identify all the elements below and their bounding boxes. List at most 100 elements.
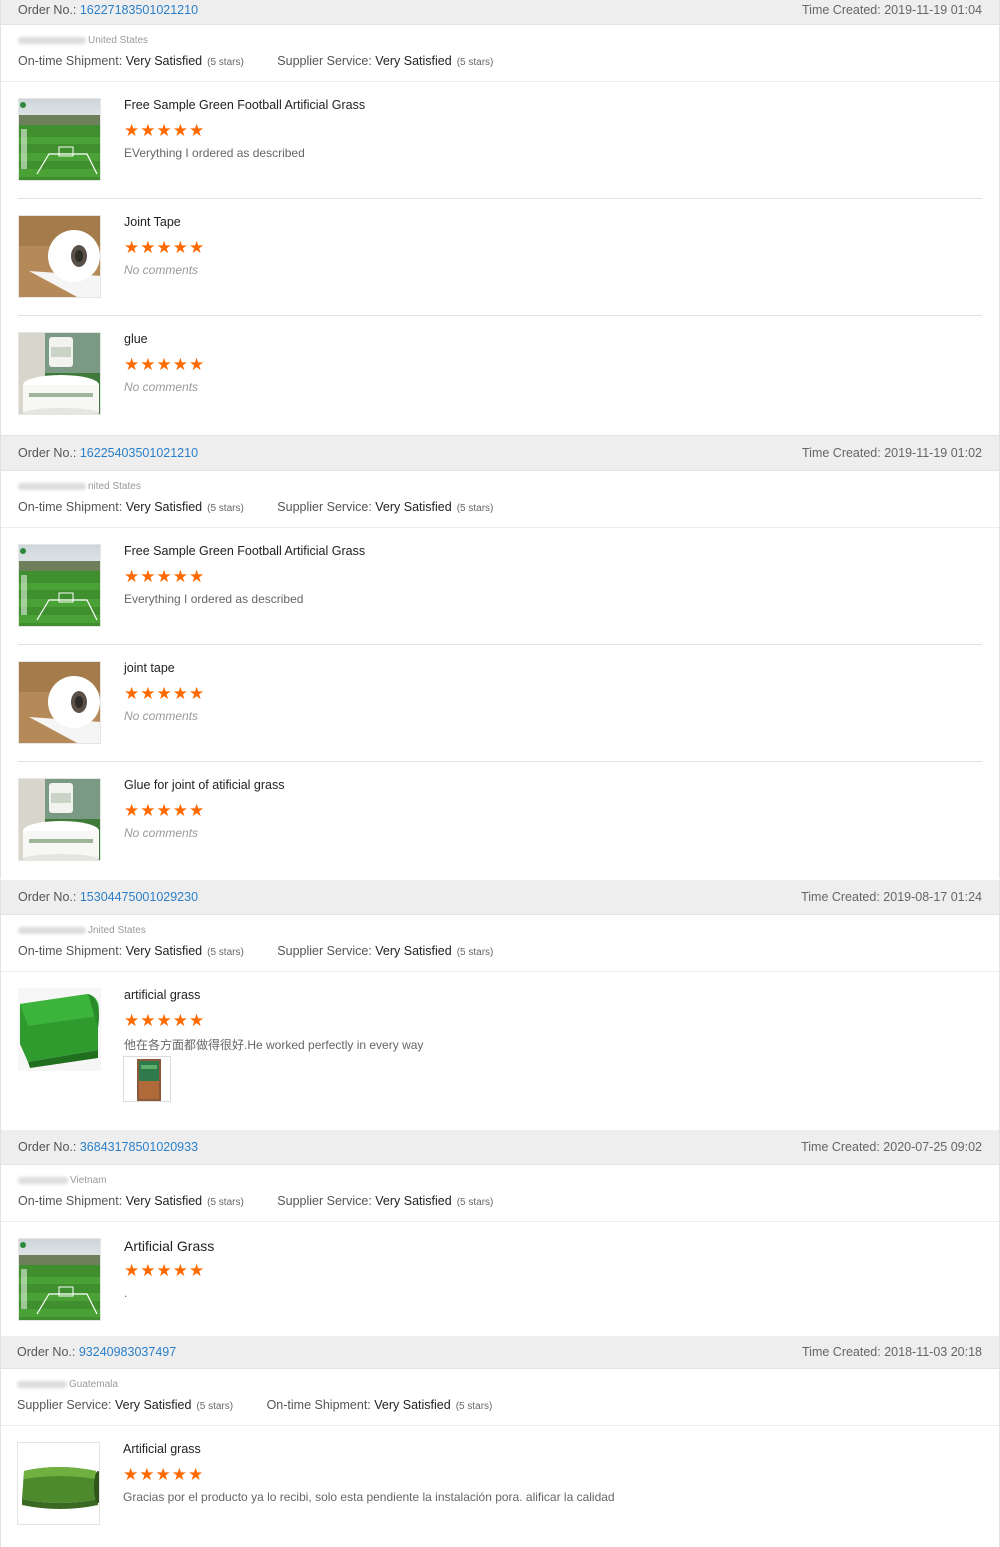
product-thumbnail[interactable] [18,332,101,415]
review-comment: No comments [124,380,199,394]
star-rating: ★★★★★ [123,1465,205,1484]
supplier-service-rating: Supplier Service: Very Satisfied (5 stars… [277,944,493,958]
ontime-stars-text: (5 stars) [207,1197,244,1208]
product-name[interactable]: Free Sample Green Football Artificial Gr… [124,544,365,558]
order-header: Order No.: 16225403501021210 Time Create… [1,436,999,471]
product-thumbnail[interactable] [18,98,101,181]
review-item: Free Sample Green Football Artificial Gr… [1,528,999,645]
order-number-row: Order No.: 15304475001029230 [18,880,198,914]
order-number-row: Order No.: 16227183501021210 [18,0,198,24]
review-comment: No comments [124,826,199,840]
review-comment: Gracias por el producto ya lo recibi, so… [123,1490,615,1504]
time-created-label: Time Created: [801,890,880,904]
supplier-service-rating: Supplier Service: Very Satisfied (5 stars… [277,1194,493,1208]
order-number-link[interactable]: 15304475001029230 [80,890,198,904]
supplier-stars-text: (5 stars) [456,503,494,514]
supplier-stars-text: (5 stars) [456,947,494,958]
supplier-label: Supplier Service: [277,54,372,68]
review-comment: EVerything I ordered as described [124,146,305,160]
supplier-service-rating: Supplier Service: Very Satisfied (5 stars… [277,500,493,514]
supplier-value: Very Satisfied [375,944,452,958]
order-number-link[interactable]: 93240983037497 [79,1345,176,1359]
time-created-label: Time Created: [802,3,881,17]
time-created: Time Created: 2018-11-03 20:18 [802,1336,982,1368]
buyer-location: nited States [18,481,141,492]
product-thumbnail[interactable] [18,661,101,744]
product-name[interactable]: Joint Tape [124,215,181,229]
order-card: Order No.: 16225403501021210 Time Create… [0,436,1000,879]
product-name[interactable]: Artificial grass [123,1442,201,1456]
product-thumbnail[interactable] [17,1442,100,1525]
star-rating: ★★★★★ [124,1011,206,1030]
order-number-row: Order No.: 16225403501021210 [18,436,198,470]
star-rating: ★★★★★ [124,1261,206,1280]
product-thumbnail[interactable] [18,778,101,861]
product-name[interactable]: artificial grass [124,988,200,1002]
ontime-shipment-rating: On-time Shipment: Very Satisfied (5 stars… [18,944,244,958]
product-thumbnail[interactable] [18,988,101,1071]
ontime-value: Very Satisfied [374,1398,451,1412]
order-number-row: Order No.: 36843178501020933 [18,1130,198,1164]
supplier-value: Very Satisfied [375,54,452,68]
order-number-link[interactable]: 16227183501021210 [80,3,198,17]
order-number-label: Order No.: [18,3,77,17]
order-card: Order No.: 15304475001029230 Time Create… [0,880,1000,1130]
star-rating: ★★★★★ [124,684,206,703]
rating-summary: On-time Shipment: Very Satisfied (5 stars… [18,500,523,514]
product-thumbnail[interactable] [18,544,101,627]
product-name[interactable]: Artificial Grass [124,1238,214,1254]
ontime-label: On-time Shipment: [18,1194,123,1208]
blurred-buyer-name [18,1176,68,1184]
supplier-label: Supplier Service: [277,944,372,958]
product-name[interactable]: glue [124,332,148,346]
buyer-country: Jnited States [88,925,146,936]
ontime-stars-text: (5 stars) [455,1401,493,1412]
star-rating: ★★★★★ [124,238,206,257]
review-photo[interactable] [123,1056,171,1102]
supplier-stars-text: (5 stars) [456,1197,494,1208]
review-item: artificial grass ★★★★★ 他在各方面都做得很好.He wor… [1,972,999,1132]
review-item: Artificial grass ★★★★★ Gracias por el pr… [1,1426,999,1546]
star-rating: ★★★★★ [124,801,206,820]
order-card: Order No.: 36843178501020933 Time Create… [0,1130,1000,1336]
product-name[interactable]: joint tape [124,661,175,675]
supplier-stars-text: (5 stars) [196,1401,234,1412]
order-number-row: Order No.: 93240983037497 [17,1336,176,1368]
buyer-country: nited States [88,481,141,492]
review-item: glue ★★★★★ No comments [1,316,999,433]
ontime-value: Very Satisfied [125,944,203,958]
rating-summary: On-time Shipment: Very Satisfied (5 stars… [18,1194,523,1208]
review-item: Glue for joint of atificial grass ★★★★★ … [1,762,999,879]
buyer-country: United States [88,35,149,46]
order-header: Order No.: 93240983037497 Time Created: … [1,1336,999,1369]
time-created-value: 2019-08-17 01:24 [883,890,982,904]
review-item: joint tape ★★★★★ No comments [1,645,999,762]
buyer-info: Guatemala Supplier Service: Very Satisfi… [1,1369,999,1426]
order-number-link[interactable]: 16225403501021210 [80,446,198,460]
order-header: Order No.: 15304475001029230 Time Create… [1,880,999,915]
product-thumbnail[interactable] [18,215,101,298]
time-created-label: Time Created: [802,446,881,460]
ontime-label: On-time Shipment: [18,500,123,514]
review-item: Artificial Grass ★★★★★ . [1,1222,999,1337]
order-number-link[interactable]: 36843178501020933 [80,1140,198,1154]
ontime-stars-text: (5 stars) [207,57,244,68]
time-created-value: 2020-07-25 09:02 [883,1140,982,1154]
review-item: Joint Tape ★★★★★ No comments [1,199,999,316]
product-name[interactable]: Glue for joint of atificial grass [124,778,285,792]
star-rating: ★★★★★ [124,121,206,140]
product-thumbnail[interactable] [18,1238,101,1321]
ontime-stars-text: (5 stars) [207,503,244,514]
review-comment: Everything I ordered as described [124,592,304,606]
review-comment: No comments [124,709,199,723]
order-number-label: Order No.: [18,1140,77,1154]
order-number-label: Order No.: [18,890,77,904]
review-comment: 他在各方面都做得很好.He worked perfectly in every … [124,1038,424,1052]
ontime-value: Very Satisfied [125,500,203,514]
order-header: Order No.: 16227183501021210 Time Create… [1,0,999,25]
time-created: Time Created: 2019-11-19 01:02 [802,436,982,470]
product-name[interactable]: Free Sample Green Football Artificial Gr… [124,98,365,112]
supplier-service-rating: Supplier Service: Very Satisfied (5 stars… [17,1398,233,1412]
ontime-shipment-rating: On-time Shipment: Very Satisfied (5 stars… [267,1398,493,1412]
ontime-value: Very Satisfied [125,54,203,68]
